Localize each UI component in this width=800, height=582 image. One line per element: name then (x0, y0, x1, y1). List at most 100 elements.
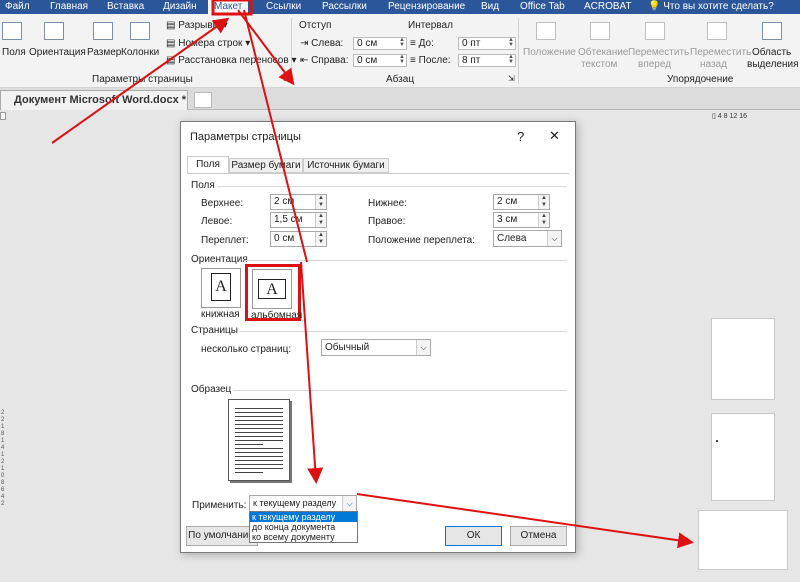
dropdown-option[interactable]: ко всему документу (250, 532, 357, 542)
orientation-icon[interactable] (44, 22, 64, 40)
tab-9[interactable]: Office Tab (520, 0, 565, 14)
paragraph-launcher-icon[interactable]: ⇲ (508, 74, 515, 83)
dropdown-option[interactable]: к текущему разделу (250, 512, 357, 522)
position-icon[interactable] (536, 22, 556, 40)
bring-forward-button[interactable]: Переместить (628, 47, 689, 58)
spinner-icon[interactable]: ▲ ▼ (398, 37, 406, 49)
top-margin-label: Верхнее: (201, 198, 244, 209)
dropdown-option[interactable]: до конца документа (250, 522, 357, 532)
close-button[interactable]: ✕ (549, 128, 560, 144)
tab-0[interactable]: Файл (5, 0, 30, 14)
wrap-text-button[interactable]: Обтекание (578, 47, 628, 58)
page-thumbnail[interactable] (711, 318, 775, 400)
spacing-before-input[interactable]: 0 пт ▲ ▼ (458, 37, 516, 50)
tab-3[interactable]: Дизайн (163, 0, 197, 14)
size-icon[interactable] (93, 22, 113, 40)
tab-paper-size[interactable]: Размер бумаги (229, 158, 303, 173)
spinner-icon[interactable]: ▲ ▼ (538, 195, 549, 209)
multiple-pages-select[interactable]: Обычный ⌵ (321, 339, 431, 356)
landscape-option[interactable]: A (252, 269, 292, 309)
margins-button[interactable]: Поля (2, 47, 26, 58)
selection-pane-button[interactable]: Область (752, 47, 791, 58)
indent-left-label: ⇥ Слева: (300, 38, 344, 49)
preview-line (235, 440, 283, 441)
group-separator (291, 18, 292, 84)
indent-right-input[interactable]: 0 см ▲ ▼ (353, 54, 407, 67)
spinner-icon[interactable]: ▲ ▼ (538, 213, 549, 227)
new-tab-button[interactable] (194, 92, 212, 108)
gutter-label: Переплет: (201, 235, 249, 246)
tab-5[interactable]: Ссылки (266, 0, 301, 14)
line-numbers-button[interactable]: ▤ Номера строк ▾ (166, 38, 250, 49)
position-button[interactable]: Положение (523, 47, 576, 58)
bring-forward-icon[interactable] (645, 22, 665, 40)
page-thumbnail-landscape[interactable] (698, 510, 788, 570)
document-tab[interactable]: Документ Microsoft Word.docx * (0, 90, 188, 110)
page-thumbnail[interactable] (711, 413, 775, 501)
breaks-label: Разрывы (178, 20, 220, 31)
document-tab-bar: Документ Microsoft Word.docx * (0, 88, 800, 110)
selection-pane-label: выделения (747, 59, 799, 70)
send-backward-button[interactable]: Переместить (690, 47, 751, 58)
help-button[interactable]: ? (517, 129, 524, 144)
section-divider (245, 260, 567, 261)
spinner-icon[interactable]: ▲ ▼ (315, 213, 326, 227)
line-numbers-label: Номера строк (178, 38, 243, 49)
columns-button[interactable]: Колонки (121, 47, 159, 58)
preview-line (235, 424, 283, 425)
spacing-label: Интервал (408, 20, 453, 31)
breaks-button[interactable]: ▤ Разрывы ▾ (166, 20, 228, 31)
tab-2[interactable]: Вставка (107, 0, 144, 14)
hyphenation-button[interactable]: ▤ Расстановка переносов ▾ (166, 55, 296, 66)
spacing-after-input[interactable]: 8 пт ▲ ▼ (458, 54, 516, 67)
ruler-corner (0, 112, 6, 120)
apply-to-dropdown-list: к текущему разделу до конца документа ко… (249, 511, 358, 543)
page-setup-launcher-icon[interactable]: ⇲ (283, 74, 290, 83)
indent-left-input[interactable]: 0 см ▲ ▼ (353, 37, 407, 50)
orientation-section-label: Ориентация (191, 254, 248, 265)
margins-icon[interactable] (2, 22, 22, 40)
page-setup-group-label: Параметры страницы (92, 74, 193, 85)
default-button[interactable]: По умолчанию (186, 526, 258, 546)
portrait-option[interactable]: A (201, 268, 241, 308)
page-dot (716, 440, 718, 442)
cancel-button[interactable]: Отмена (510, 526, 567, 546)
spinner-icon[interactable]: ▲ ▼ (507, 37, 515, 49)
tab-6[interactable]: Рассылки (322, 0, 367, 14)
ok-button[interactable]: ОК (445, 526, 502, 546)
apply-to-label: Применить: (192, 500, 247, 511)
tab-8[interactable]: Вид (481, 0, 499, 14)
right-margin-input[interactable]: 3 см ▲ ▼ (493, 212, 550, 228)
bottom-margin-input[interactable]: 2 см ▲ ▼ (493, 194, 550, 210)
tab-1[interactable]: Главная (50, 0, 88, 14)
tab-4[interactable]: Макет (208, 0, 249, 14)
top-margin-input[interactable]: 2 см ▲ ▼ (270, 194, 327, 210)
tab-7[interactable]: Рецензирование (388, 0, 465, 14)
spinner-icon[interactable]: ▲ ▼ (315, 195, 326, 209)
spinner-icon[interactable]: ▲ ▼ (315, 232, 326, 246)
spinner-icon[interactable]: ▲ ▼ (507, 54, 515, 66)
gutter-position-select[interactable]: Слева ⌵ (493, 230, 562, 247)
size-button[interactable]: Размер (87, 47, 121, 58)
tab-margins[interactable]: Поля (187, 156, 229, 173)
selection-pane-icon[interactable] (762, 22, 782, 40)
gutter-input[interactable]: 0 см ▲ ▼ (270, 231, 327, 247)
chevron-down-icon: ⌵ (547, 231, 561, 246)
spinner-icon[interactable]: ▲ ▼ (398, 54, 406, 66)
columns-icon[interactable] (130, 22, 150, 40)
apply-to-select[interactable]: к текущему разделу ⌵ (249, 495, 357, 512)
tab-paper-source[interactable]: Источник бумаги (303, 158, 389, 173)
preview-line (235, 416, 283, 417)
landscape-label: альбомная (251, 310, 303, 321)
tell-me-search[interactable]: 💡 Что вы хотите сделать? (648, 0, 774, 14)
preview-line (235, 448, 283, 449)
orientation-button[interactable]: Ориентация (29, 47, 86, 58)
tab-10[interactable]: ACROBAT (584, 0, 632, 14)
preview-line (235, 436, 283, 437)
preview-line (235, 456, 283, 457)
wrap-text-icon[interactable] (590, 22, 610, 40)
left-margin-input[interactable]: 1,5 см ▲ ▼ (270, 212, 327, 228)
vertical-ruler: 22 18 14 12 10 8 6 4 2 (1, 410, 5, 507)
right-margin-label: Правое: (368, 216, 406, 227)
send-backward-icon[interactable] (707, 22, 727, 40)
